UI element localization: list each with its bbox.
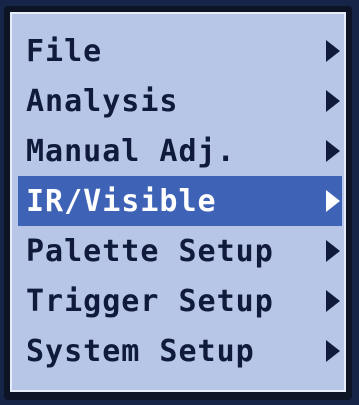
submenu-arrow-icon (326, 340, 340, 362)
menu-item-file[interactable]: File (18, 26, 342, 76)
submenu-arrow-icon (326, 190, 340, 212)
menu-list: File Analysis Manual Adj. IR/Visible Pal… (18, 26, 342, 376)
menu-item-palette-setup[interactable]: Palette Setup (18, 226, 342, 276)
menu-item-label: Trigger Setup (26, 283, 274, 319)
menu-item-system-setup[interactable]: System Setup (18, 326, 342, 376)
context-menu: File Analysis Manual Adj. IR/Visible Pal… (10, 12, 346, 392)
submenu-arrow-icon (326, 90, 340, 112)
menu-item-label: Manual Adj. (26, 133, 236, 169)
menu-item-label: IR/Visible (26, 183, 217, 219)
menu-item-label: System Setup (26, 333, 255, 369)
menu-item-label: File (26, 33, 103, 69)
menu-item-label: Palette Setup (26, 233, 274, 269)
submenu-arrow-icon (326, 290, 340, 312)
submenu-arrow-icon (326, 240, 340, 262)
submenu-arrow-icon (326, 140, 340, 162)
menu-item-label: Analysis (26, 83, 179, 119)
menu-item-manual-adj[interactable]: Manual Adj. (18, 126, 342, 176)
menu-item-ir-visible[interactable]: IR/Visible (18, 176, 342, 226)
submenu-arrow-icon (326, 40, 340, 62)
menu-item-analysis[interactable]: Analysis (18, 76, 342, 126)
device-screen: File Analysis Manual Adj. IR/Visible Pal… (0, 0, 359, 405)
menu-item-trigger-setup[interactable]: Trigger Setup (18, 276, 342, 326)
